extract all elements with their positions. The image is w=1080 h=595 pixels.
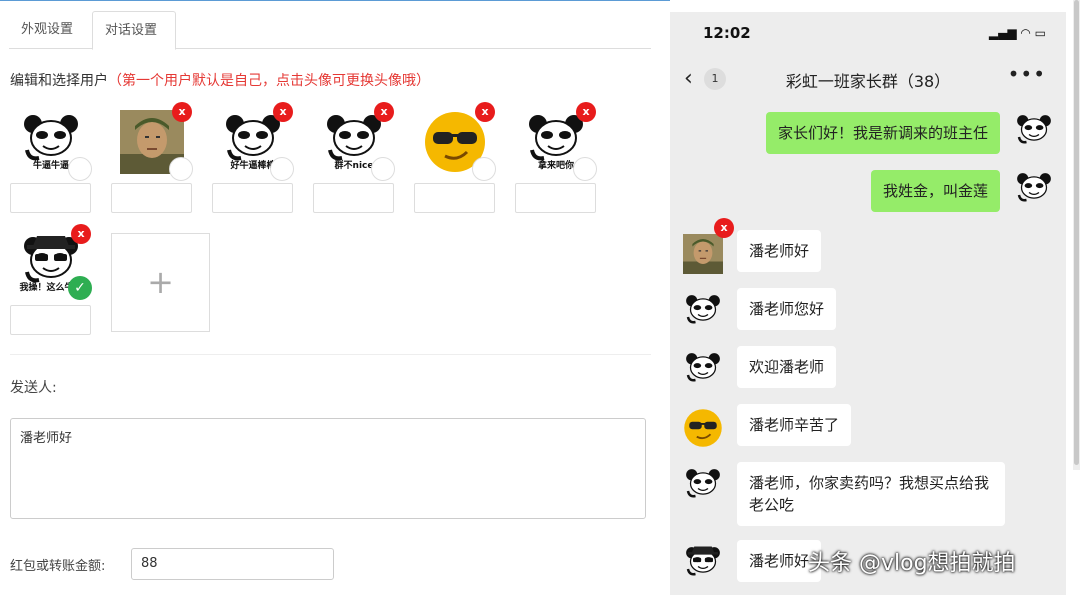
remove-user-icon[interactable]: x (273, 102, 293, 122)
remove-message-icon[interactable]: x (714, 218, 734, 238)
select-user-radio[interactable]: ✓ (68, 276, 92, 300)
tab-dialog[interactable]: 对话设置 (92, 11, 176, 50)
remove-user-icon[interactable]: x (374, 102, 394, 122)
watermark: 头条 @vlog想拍就拍 (808, 551, 1016, 576)
remove-user-icon[interactable]: x (576, 102, 596, 122)
more-icon[interactable]: ••• (1008, 62, 1046, 86)
chat-avatar[interactable] (1014, 112, 1054, 152)
chat-bubble: 潘老师好 (737, 230, 822, 272)
phone-preview: 12:02 ▂▄▆ ◠ ▭ 彩虹一班家长群（38） ‹ 1 ••• 家长们好！我… (670, 12, 1066, 595)
chat-bubble: 欢迎潘老师 (737, 346, 837, 388)
settings-panel: 外观设置 对话设置 编辑和选择用户（第一个用户默认是自己，点击头像可更换头像哦）… (0, 0, 660, 595)
chat-bubble: 潘老师，你家卖药吗？我想买点给我老公吃 (737, 462, 1005, 526)
divider (10, 354, 651, 355)
remove-user-icon[interactable]: x (475, 102, 495, 122)
amount-label: 红包或转账金额: (10, 559, 106, 574)
amount-input[interactable]: 88 (131, 548, 334, 580)
unread-badge: 1 (704, 68, 726, 90)
hint-main: 编辑和选择用户 (10, 73, 108, 89)
remove-user-icon[interactable]: x (71, 224, 91, 244)
user-name-input[interactable] (515, 183, 596, 213)
chat-avatar[interactable] (683, 350, 723, 390)
sender-label: 发送人: (10, 380, 57, 396)
chat-avatar[interactable] (683, 408, 723, 448)
select-user-radio[interactable] (169, 157, 193, 181)
signal-wifi-battery-icon: ▂▄▆ ◠ ▭ (988, 26, 1046, 40)
status-bar: 12:02 ▂▄▆ ◠ ▭ (670, 12, 1066, 54)
tab-appearance[interactable]: 外观设置 (9, 11, 85, 49)
user-edit-hint: 编辑和选择用户（第一个用户默认是自己，点击头像可更换头像哦） (10, 70, 430, 90)
tab-bar: 外观设置 对话设置 (9, 11, 651, 50)
select-user-radio[interactable] (371, 157, 395, 181)
hint-note: （第一个用户默认是自己，点击头像可更换头像哦） (108, 73, 430, 89)
chat-bubble: 我姓金，叫金莲 (870, 170, 1000, 212)
chat-nav-bar: 彩虹一班家长群（38） ‹ 1 ••• (670, 62, 1066, 96)
scrollbar[interactable] (1073, 0, 1080, 470)
back-icon[interactable]: ‹ (684, 66, 693, 91)
select-user-radio[interactable] (68, 157, 92, 181)
user-name-input[interactable] (10, 305, 91, 335)
user-name-input[interactable] (212, 183, 293, 213)
user-name-input[interactable] (111, 183, 192, 213)
chat-avatar[interactable] (683, 234, 723, 274)
select-user-radio[interactable] (270, 157, 294, 181)
chat-avatar[interactable] (683, 292, 723, 332)
chat-bubble: 潘老师您好 (737, 288, 837, 330)
select-user-radio[interactable] (573, 157, 597, 181)
chat-avatar[interactable] (683, 466, 723, 506)
add-user-button[interactable]: + (111, 233, 210, 332)
message-textarea[interactable]: 潘老师好 (10, 418, 646, 519)
group-title: 彩虹一班家长群（38） (785, 72, 951, 91)
user-name-input[interactable] (10, 183, 91, 213)
chat-bubble: 家长们好！我是新调来的班主任 (765, 112, 1000, 154)
user-name-input[interactable] (414, 183, 495, 213)
remove-user-icon[interactable]: x (172, 102, 192, 122)
select-user-radio[interactable] (472, 157, 496, 181)
chat-bubble: 潘老师辛苦了 (737, 404, 852, 446)
chat-avatar[interactable] (1014, 170, 1054, 210)
scrollbar-thumb[interactable] (1074, 0, 1079, 465)
clock: 12:02 (703, 24, 751, 42)
user-name-input[interactable] (313, 183, 394, 213)
chat-avatar[interactable] (683, 544, 723, 584)
